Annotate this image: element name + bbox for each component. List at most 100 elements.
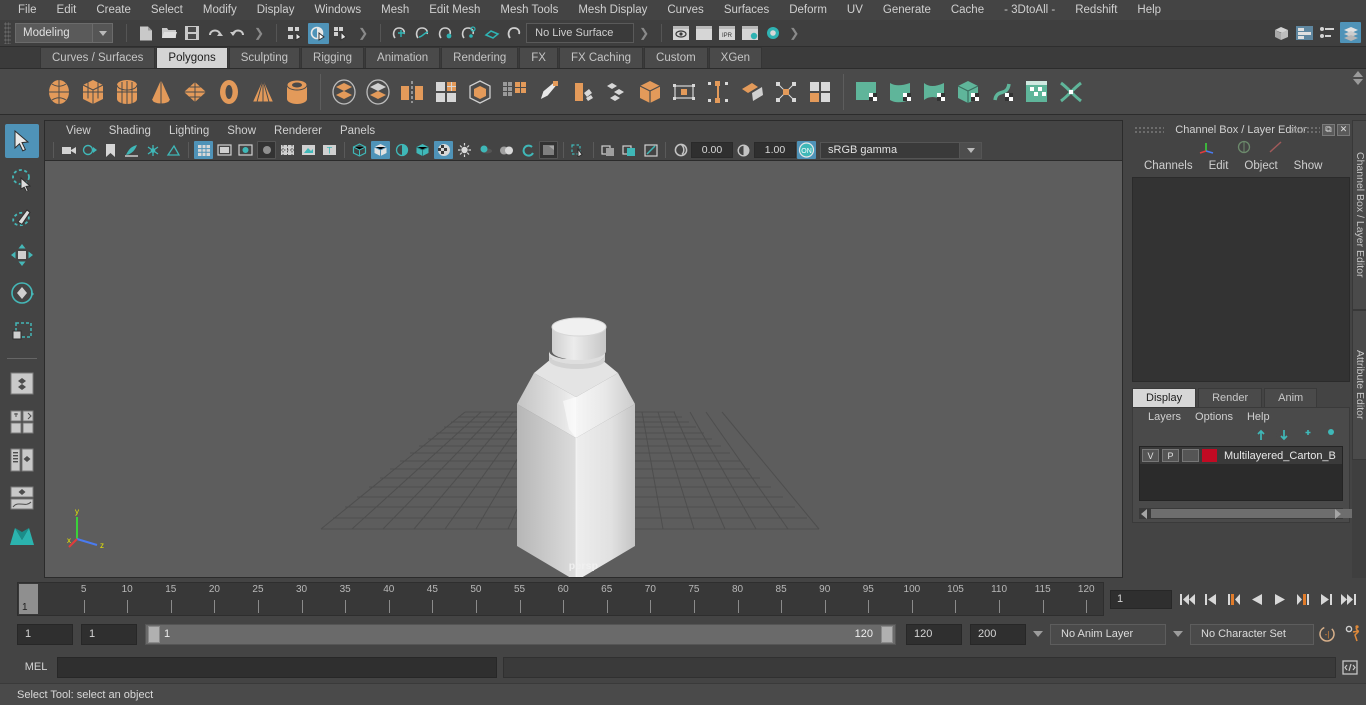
channelbox-menu-channels[interactable]: Channels: [1136, 159, 1201, 173]
manipulator-axis-icon[interactable]: [1198, 140, 1220, 154]
range-slider-right-handle[interactable]: [881, 625, 893, 643]
uv-automatic-icon[interactable]: [952, 72, 986, 112]
wireframe-icon[interactable]: [350, 141, 369, 159]
select-tool[interactable]: [5, 124, 39, 158]
command-input-field[interactable]: [57, 656, 497, 678]
channel-box-layer-editor-icon[interactable]: [1340, 22, 1361, 43]
poly-cube-icon[interactable]: [76, 72, 110, 112]
layout-persp-graph[interactable]: [5, 481, 39, 515]
step-forward-keyframe-icon[interactable]: [1316, 589, 1335, 609]
scroll-right-icon[interactable]: [1335, 508, 1341, 519]
grid-toggle-icon[interactable]: [164, 141, 183, 159]
animation-preferences-icon[interactable]: [1340, 625, 1366, 643]
playback-end-time-field[interactable]: 120: [906, 623, 962, 645]
menu-select[interactable]: Select: [141, 2, 193, 18]
anim-layer-dropdown-icon[interactable]: [1033, 631, 1043, 637]
scale-tool[interactable]: [5, 314, 39, 348]
reduce-icon[interactable]: [497, 72, 531, 112]
two-sided-lighting-icon[interactable]: [143, 141, 162, 159]
channelbox-menu-edit[interactable]: Edit: [1201, 159, 1237, 173]
toolbar-expand-arrow[interactable]: ❯: [639, 26, 649, 40]
menu-3dtoall[interactable]: - 3DtoAll -: [994, 2, 1065, 18]
layout-single-perspective[interactable]: [5, 367, 39, 401]
attribute-editor-icon[interactable]: [1294, 22, 1315, 43]
snap-to-projected-center-icon[interactable]: [458, 23, 479, 44]
scale-manip-icon[interactable]: [1268, 140, 1284, 154]
gate-mask-icon[interactable]: [257, 141, 276, 159]
boolean-icon[interactable]: [463, 72, 497, 112]
menu-mesh[interactable]: Mesh: [371, 2, 419, 18]
multi-cut-icon[interactable]: [565, 72, 599, 112]
uv-cylindrical-icon[interactable]: [884, 72, 918, 112]
command-language-label[interactable]: MEL: [17, 661, 55, 673]
layer-row[interactable]: V P Multilayered_Carton_B: [1140, 447, 1342, 464]
go-to-end-icon[interactable]: [1339, 589, 1358, 609]
shelf-tab-xgen[interactable]: XGen: [708, 47, 763, 68]
extrude-icon[interactable]: [667, 72, 701, 112]
panel-grip-left[interactable]: [1134, 125, 1164, 134]
menu-windows[interactable]: Windows: [304, 2, 371, 18]
xray-icon[interactable]: [599, 141, 618, 159]
menu-cache[interactable]: Cache: [941, 2, 994, 18]
panel-grip-right[interactable]: [1290, 125, 1320, 134]
range-slider-left-handle[interactable]: [148, 625, 160, 643]
image-plane-icon[interactable]: [122, 141, 141, 159]
shelf-tab-rigging[interactable]: Rigging: [301, 47, 365, 68]
menu-edit-mesh[interactable]: Edit Mesh: [419, 2, 490, 18]
menu-mesh-tools[interactable]: Mesh Tools: [490, 2, 568, 18]
select-by-object-icon[interactable]: [308, 22, 330, 44]
current-time-indicator[interactable]: 1: [19, 584, 38, 614]
ipr-render-icon[interactable]: IPR: [716, 23, 737, 44]
menu-mesh-display[interactable]: Mesh Display: [568, 2, 657, 18]
menu-set-selector[interactable]: Modeling: [15, 23, 113, 43]
animation-end-time-field[interactable]: 200: [970, 623, 1026, 645]
menu-help[interactable]: Help: [1127, 2, 1171, 18]
layer-tab-display[interactable]: Display: [1132, 388, 1197, 407]
chevron-down-icon[interactable]: [92, 24, 112, 42]
multisample-icon[interactable]: [539, 141, 558, 159]
move-tool[interactable]: [5, 238, 39, 272]
play-forwards-icon[interactable]: [1270, 589, 1289, 609]
save-scene-icon[interactable]: [181, 23, 202, 44]
select-by-component-icon[interactable]: [331, 23, 352, 44]
view-transform-field[interactable]: sRGB gamma: [820, 141, 960, 159]
xray-joints-icon[interactable]: [620, 141, 639, 159]
menu-uv[interactable]: UV: [837, 2, 873, 18]
lasso-select-tool[interactable]: [5, 162, 39, 196]
use-all-lights-icon[interactable]: [455, 141, 474, 159]
bookmark-icon[interactable]: [101, 141, 120, 159]
use-default-material-icon[interactable]: [413, 141, 432, 159]
film-gate-icon[interactable]: [215, 141, 234, 159]
scroll-left-icon[interactable]: [1141, 508, 1147, 519]
layout-four-view[interactable]: [5, 405, 39, 439]
layer-list[interactable]: V P Multilayered_Carton_B: [1139, 446, 1343, 501]
viewport-menu-view[interactable]: View: [57, 124, 100, 138]
exposure-icon[interactable]: [671, 141, 690, 159]
shelf-scroll-down-icon[interactable]: [1353, 79, 1363, 85]
render-sequence-icon[interactable]: [693, 23, 714, 44]
uv-planar-icon[interactable]: [850, 72, 884, 112]
menu-create[interactable]: Create: [86, 2, 141, 18]
viewport-menu-show[interactable]: Show: [218, 124, 265, 138]
range-slider[interactable]: 1 120: [145, 623, 896, 645]
uv-layout-icon[interactable]: [1054, 72, 1088, 112]
layer-name-label[interactable]: Multilayered_Carton_B: [1224, 450, 1336, 462]
poly-torus-icon[interactable]: [212, 72, 246, 112]
uv-unfold-icon[interactable]: [986, 72, 1020, 112]
motion-blur-icon[interactable]: [518, 141, 537, 159]
connect-icon[interactable]: [769, 72, 803, 112]
camera-attributes-icon[interactable]: [80, 141, 99, 159]
snap-to-view-plane-icon[interactable]: [481, 23, 502, 44]
smooth-icon[interactable]: [429, 72, 463, 112]
combine-icon[interactable]: [327, 72, 361, 112]
offset-edge-loop-icon[interactable]: [735, 72, 769, 112]
menu-display[interactable]: Display: [247, 2, 305, 18]
create-new-layer-icon[interactable]: [1297, 429, 1312, 441]
shelf-tab-sculpting[interactable]: Sculpting: [228, 47, 301, 68]
play-backwards-icon[interactable]: [1247, 589, 1266, 609]
vertical-tab-attribute-editor[interactable]: Attribute Editor: [1352, 310, 1366, 460]
layer-list-horizontal-scrollbar[interactable]: [1139, 508, 1361, 519]
poly-pipe-icon[interactable]: [280, 72, 314, 112]
resolution-gate-icon[interactable]: [236, 141, 255, 159]
poly-cylinder-icon[interactable]: [110, 72, 144, 112]
